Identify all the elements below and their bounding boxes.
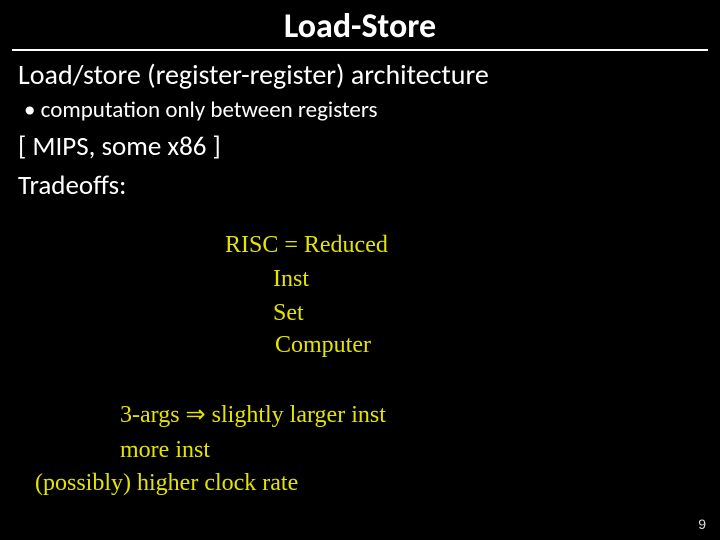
- handwriting-risc-set: Set: [273, 298, 304, 328]
- tradeoffs-label: Tradeoffs:: [0, 163, 720, 202]
- page-number: 9: [698, 516, 706, 532]
- examples-line: [ MIPS, some x86 ]: [0, 124, 720, 163]
- bullet-computation: computation only between registers: [0, 92, 720, 124]
- handwriting-tradeoff-clock: (possibly) higher clock rate: [35, 468, 298, 498]
- handwriting-risc-reduced: RISC = Reduced: [225, 230, 388, 260]
- slide-title: Load-Store: [0, 0, 720, 47]
- title-divider: [12, 49, 708, 51]
- handwriting-tradeoff-more-inst: more inst: [120, 435, 210, 465]
- handwriting-tradeoff-args: 3-args ⇒ slightly larger inst: [120, 400, 386, 430]
- handwriting-risc-inst: Inst: [273, 264, 309, 294]
- subtitle: Load/store (register-register) architect…: [0, 57, 720, 92]
- handwriting-risc-computer: Computer: [275, 330, 371, 360]
